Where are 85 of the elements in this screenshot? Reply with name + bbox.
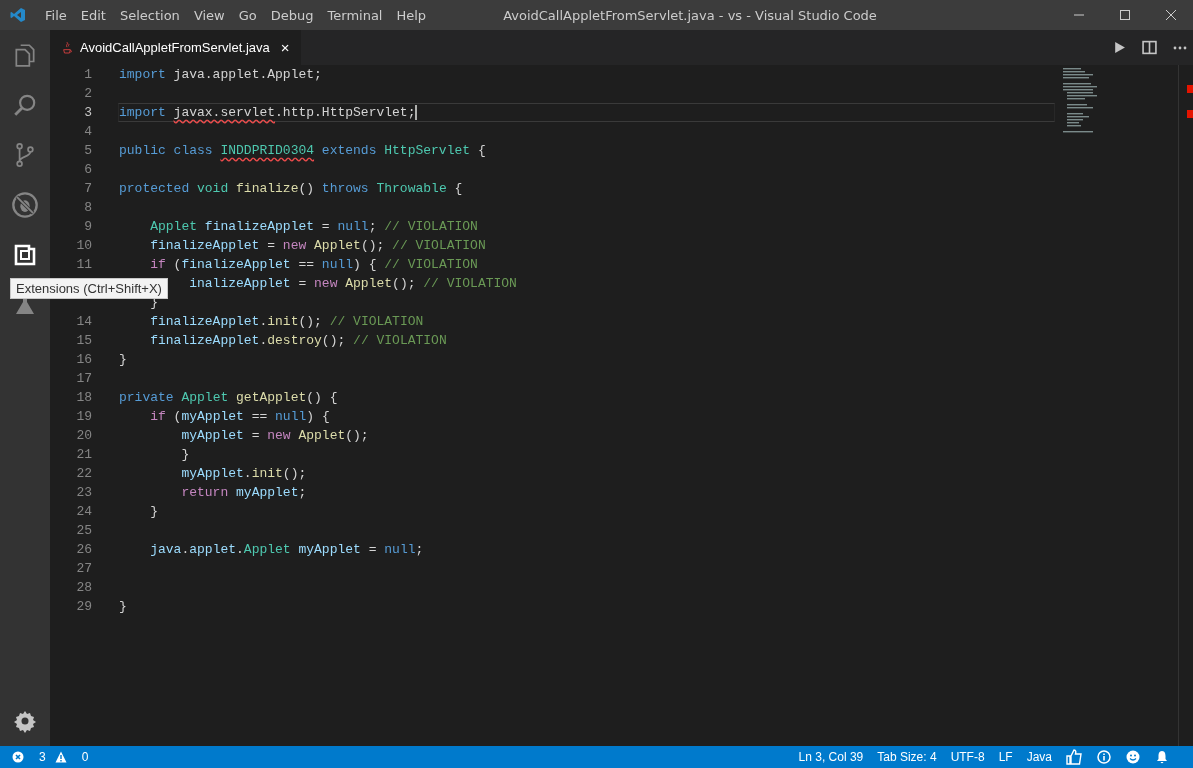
warning-icon — [54, 751, 67, 763]
code-line: finalizeApplet.destroy(); // VIOLATION — [149, 332, 448, 350]
line-number: 26 — [76, 542, 92, 557]
line-number: 14 — [76, 314, 92, 329]
run-icon[interactable] — [1113, 41, 1126, 54]
status-item[interactable]: UTF-8 — [950, 750, 985, 764]
settings-icon[interactable] — [13, 709, 37, 733]
tab-label: AvoidCallAppletFromServlet.java — [80, 40, 270, 55]
error-icon — [12, 751, 24, 763]
status-item[interactable]: LF — [998, 750, 1013, 764]
line-number: 11 — [76, 257, 92, 272]
line-number: 20 — [76, 428, 92, 443]
line-number: 3 — [84, 105, 92, 120]
code-line: } — [118, 598, 128, 616]
line-number: 16 — [76, 352, 92, 367]
line-number: 9 — [84, 219, 92, 234]
menu-item[interactable]: Go — [231, 7, 264, 23]
menu-item[interactable]: View — [186, 7, 232, 23]
line-number: 19 — [76, 409, 92, 424]
code-line: protected void finalize() throws Throwable { — [118, 180, 464, 198]
menu-item[interactable]: Help — [389, 7, 434, 23]
close-icon[interactable] — [1165, 9, 1177, 21]
code-line: java.applet.Applet myApplet = null; — [149, 541, 425, 559]
split-editor-icon[interactable] — [1142, 40, 1157, 55]
extensions-icon[interactable] — [13, 243, 37, 267]
code-line: Applet finalizeApplet = null; // VIOLATION — [149, 218, 479, 236]
status-item[interactable]: Java — [1026, 750, 1052, 764]
line-number: 27 — [76, 561, 92, 576]
error-marker — [1187, 85, 1193, 93]
more-icon[interactable] — [1173, 45, 1187, 50]
code-line: if (myApplet == null) { — [149, 408, 331, 426]
code-line: } — [118, 351, 128, 369]
line-number: 23 — [76, 485, 92, 500]
line-number: 17 — [76, 371, 92, 386]
menu-item[interactable]: Edit — [73, 7, 113, 23]
code-line: myApplet = new Applet(); — [180, 427, 370, 445]
line-number: 5 — [84, 143, 92, 158]
menu-item[interactable]: Terminal — [320, 7, 390, 23]
info-icon[interactable] — [1097, 750, 1111, 764]
editor-tab[interactable]: AvoidCallAppletFromServlet.java × — [50, 30, 301, 65]
code-line: } — [149, 503, 159, 521]
error-count[interactable]: 3 — [39, 750, 46, 764]
code-line: if (finalizeApplet == null) { // VIOLATION — [149, 256, 479, 274]
files-icon[interactable] — [12, 42, 38, 68]
line-number: 6 — [84, 162, 92, 177]
line-number: 8 — [84, 200, 92, 215]
code-line: finalizeApplet.init(); // VIOLATION — [149, 313, 425, 331]
app-logo-icon — [10, 7, 26, 23]
menu-item[interactable]: Selection — [112, 7, 187, 23]
tooltip: Extensions (Ctrl+Shift+X) — [10, 278, 168, 299]
maximize-icon[interactable] — [1119, 9, 1131, 21]
window-title: AvoidCallAppletFromServlet.java - vs - Visual Studio Code — [502, 7, 878, 23]
line-number: 29 — [76, 599, 92, 614]
error-marker — [1187, 110, 1193, 118]
line-number: 28 — [76, 580, 92, 595]
code-line: import java.applet.Applet; — [118, 66, 323, 84]
code-line: public class INDDPRID0304 extends HttpServlet { — [118, 142, 487, 160]
menu-item[interactable]: File — [38, 7, 74, 23]
search-icon[interactable] — [12, 92, 38, 118]
code-line: } — [180, 446, 191, 464]
menu-item[interactable]: Debug — [263, 7, 321, 23]
line-number: 22 — [76, 466, 92, 481]
java-file-icon — [62, 40, 72, 55]
code-line: myApplet.init(); — [180, 465, 308, 483]
smiley-icon[interactable] — [1126, 750, 1140, 764]
code-line: finalizeApplet = new Applet(); // VIOLATION — [149, 237, 487, 255]
line-number: 24 — [76, 504, 92, 519]
no-bug-icon[interactable] — [11, 191, 39, 219]
code-line: private Applet getApplet() { — [118, 389, 339, 407]
line-number: 2 — [84, 86, 92, 101]
line-number: 25 — [76, 523, 92, 538]
line-number: 1 — [84, 67, 92, 82]
status-item[interactable]: Tab Size: 4 — [877, 750, 937, 764]
line-number: 15 — [76, 333, 92, 348]
thumbs-up-icon[interactable] — [1066, 749, 1082, 765]
bell-icon[interactable] — [1155, 750, 1169, 764]
code-line: return myApplet; — [180, 484, 308, 502]
line-number: 21 — [76, 447, 92, 462]
status-item[interactable]: Ln 3, Col 39 — [798, 750, 864, 764]
line-number: 7 — [84, 181, 92, 196]
line-number: 18 — [76, 390, 92, 405]
warning-count[interactable]: 0 — [81, 750, 89, 764]
line-number: 4 — [84, 124, 92, 139]
tab-close-button[interactable]: × — [277, 39, 293, 56]
line-number: 10 — [76, 238, 92, 253]
